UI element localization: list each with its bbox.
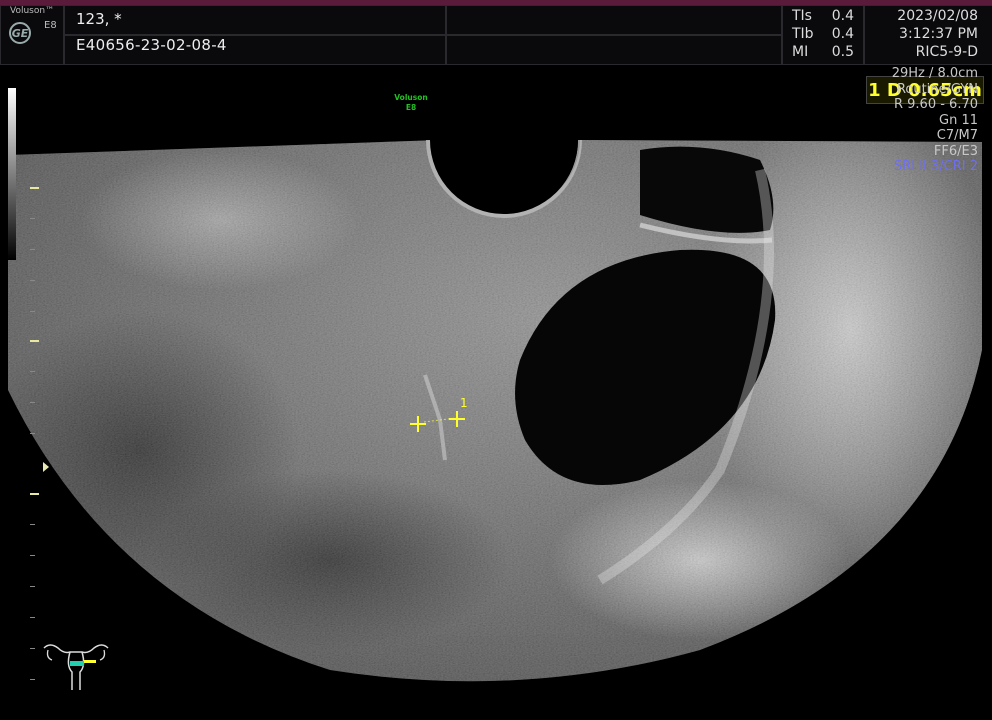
- param-frame-depth: 29Hz / 8.0cm: [891, 66, 978, 81]
- depth-tick-major: [30, 187, 39, 189]
- caliper-cross-icon[interactable]: [410, 416, 426, 432]
- depth-tick-major: [30, 340, 39, 342]
- depth-tick: [30, 555, 35, 556]
- param-sri: SRI II 3/CRI 2: [893, 159, 978, 174]
- watermark-line1: Voluson: [394, 93, 428, 102]
- depth-tick: [30, 433, 35, 434]
- depth-tick: [30, 648, 35, 649]
- scan-parameters: 29Hz / 8.0cm Routine/GYN R 9.60 - 6.70 G…: [892, 66, 978, 175]
- depth-tick: [30, 280, 35, 281]
- depth-tick: [30, 586, 35, 587]
- depth-tick: [30, 402, 35, 403]
- uterus-bodymark-icon: [43, 644, 109, 690]
- watermark-line2: E8: [405, 103, 417, 112]
- ultrasound-image: [8, 139, 982, 682]
- param-ff: FF6/E3: [933, 143, 978, 159]
- depth-tick: [30, 311, 35, 312]
- param-preset: Routine/GYN: [896, 81, 978, 97]
- caliper-cross-icon[interactable]: [449, 411, 465, 427]
- param-cm: C7/M7: [936, 128, 978, 143]
- param-range: R 9.60 - 6.70: [893, 97, 978, 112]
- grayscale-bar: [8, 88, 16, 260]
- depth-tick: [30, 679, 35, 680]
- depth-tick: [30, 371, 35, 372]
- depth-tick: [30, 524, 35, 525]
- depth-tick: [30, 617, 35, 618]
- param-gain: Gn 11: [939, 112, 978, 128]
- voluson-watermark: Voluson E8: [390, 93, 432, 113]
- focus-arrow-icon[interactable]: [43, 462, 49, 472]
- depth-tick-major: [30, 493, 39, 495]
- depth-tick: [30, 218, 35, 219]
- depth-tick: [30, 249, 35, 250]
- caliper-index-label: 1: [460, 396, 468, 410]
